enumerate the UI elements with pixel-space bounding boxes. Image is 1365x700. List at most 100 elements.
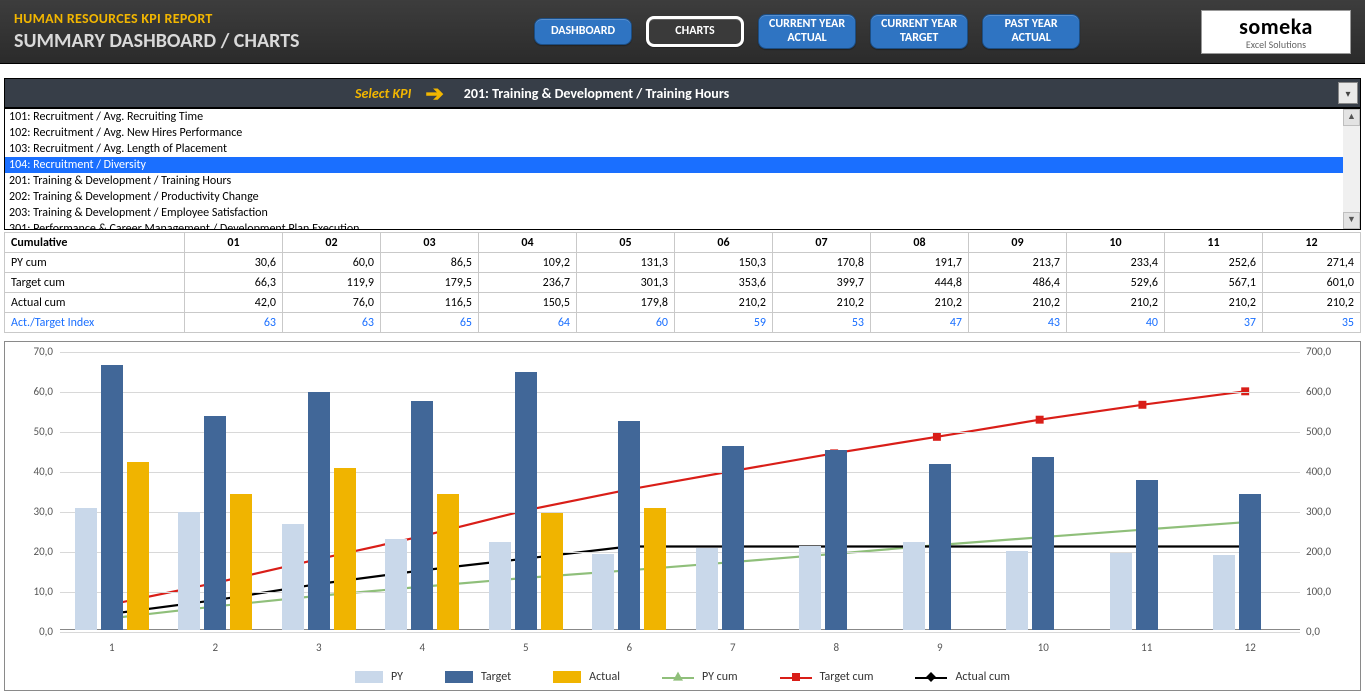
legend-target-label: Target [481, 670, 511, 684]
table-col-header: 01 [185, 233, 283, 253]
kpi-dropdown-button[interactable]: ▾ [1338, 82, 1358, 104]
chart-bar [489, 542, 511, 630]
chart-plot [60, 352, 1300, 630]
chart-bar [1006, 551, 1028, 630]
header-bar: HUMAN RESOURCES KPI REPORT SUMMARY DASHB… [0, 0, 1365, 64]
table-cell: 601,0 [1263, 273, 1361, 293]
table-cell: 233,4 [1067, 253, 1165, 273]
scroll-track[interactable] [1343, 126, 1360, 212]
nav-charts[interactable]: CHARTS [646, 16, 744, 48]
scroll-down-icon[interactable]: ▼ [1343, 212, 1360, 229]
table-cell: 486,4 [969, 273, 1067, 293]
kpi-option[interactable]: 202: Training & Development / Productivi… [5, 189, 1360, 205]
table-cell: 131,3 [577, 253, 675, 273]
y-right-tick: 600,0 [1306, 385, 1354, 398]
kpi-select-bar[interactable]: Select KPI ➔ 201: Training & Development… [4, 78, 1361, 108]
logo-sub: Excel Solutions [1246, 38, 1306, 51]
table-cell: 43 [969, 313, 1067, 333]
y-left-tick: 70,0 [11, 345, 53, 358]
nav-cy-target[interactable]: CURRENT YEARTARGET [870, 14, 968, 50]
nav-buttons: DASHBOARD CHARTS CURRENT YEARACTUAL CURR… [534, 14, 1080, 50]
chart-bar [825, 450, 847, 630]
nav-py-actual[interactable]: PAST YEARACTUAL [982, 14, 1080, 50]
chart-bar [385, 539, 407, 630]
x-tick: 10 [1038, 641, 1049, 654]
table-cell: 150,5 [479, 293, 577, 313]
table-cell: 109,2 [479, 253, 577, 273]
table-cell: 210,2 [1263, 293, 1361, 313]
dropdown-scrollbar[interactable]: ▲▼ [1343, 109, 1360, 229]
report-title: HUMAN RESOURCES KPI REPORT [14, 10, 534, 27]
chart-bar [929, 464, 951, 630]
table-cell: 60 [577, 313, 675, 333]
table-cell: 399,7 [773, 273, 871, 293]
y-left-tick: 0,0 [11, 625, 53, 638]
nav-cy-actual[interactable]: CURRENT YEARACTUAL [758, 14, 856, 50]
page-title: SUMMARY DASHBOARD / CHARTS [14, 29, 534, 53]
y-right-tick: 300,0 [1306, 505, 1354, 518]
chart-marker [1036, 416, 1044, 424]
legend-actual: Actual [553, 670, 620, 684]
kpi-option[interactable]: 101: Recruitment / Avg. Recruiting Time [5, 109, 1360, 125]
y-left-tick: 50,0 [11, 425, 53, 438]
table-cell: 119,9 [283, 273, 381, 293]
chart-bar [1239, 494, 1261, 630]
kpi-option[interactable]: 301: Performance & Career Management / D… [5, 221, 1360, 230]
chart-bar [722, 446, 744, 630]
logo: someka Excel Solutions [1201, 10, 1351, 54]
cumulative-table: Cumulative010203040506070809101112 PY cu… [4, 232, 1361, 333]
table-cell: 116,5 [381, 293, 479, 313]
table-cell: 179,5 [381, 273, 479, 293]
chart-bar [644, 508, 666, 630]
chart-bar [1136, 480, 1158, 630]
x-tick: 3 [316, 641, 322, 654]
y-right-tick: 100,0 [1306, 585, 1354, 598]
table-cell: 47 [871, 313, 969, 333]
table-cell: 64 [479, 313, 577, 333]
chart-bar [204, 416, 226, 630]
chart-bar [127, 462, 149, 630]
table-col-header: 09 [969, 233, 1067, 253]
chart-bar [282, 524, 304, 630]
kpi-dropdown-list[interactable]: 101: Recruitment / Avg. Recruiting Time1… [4, 108, 1361, 230]
table-cell: 271,4 [1263, 253, 1361, 273]
chart-bar [541, 513, 563, 630]
table-cell: 63 [185, 313, 283, 333]
x-tick: 9 [937, 641, 943, 654]
legend-actual-label: Actual [589, 670, 620, 684]
nav-cy-actual-label: CURRENT YEARACTUAL [769, 17, 845, 45]
table-col-header: 03 [381, 233, 479, 253]
table-cell: 210,2 [773, 293, 871, 313]
kpi-option[interactable]: 104: Recruitment / Diversity [5, 157, 1360, 173]
nav-py-actual-label: PAST YEARACTUAL [1005, 17, 1058, 45]
table-cell: 65 [381, 313, 479, 333]
kpi-option[interactable]: 203: Training & Development / Employee S… [5, 205, 1360, 221]
nav-dashboard[interactable]: DASHBOARD [534, 18, 632, 46]
kpi-option[interactable]: 201: Training & Development / Training H… [5, 173, 1360, 189]
gridline [60, 392, 1300, 393]
table-cell: 37 [1165, 313, 1263, 333]
table-col-header: 06 [675, 233, 773, 253]
x-tick: 12 [1245, 641, 1256, 654]
table-col-header: 08 [871, 233, 969, 253]
table-cell: 301,3 [577, 273, 675, 293]
gridline [60, 432, 1300, 433]
scroll-up-icon[interactable]: ▲ [1343, 109, 1360, 126]
table-cell: 76,0 [283, 293, 381, 313]
table-cell: 252,6 [1165, 253, 1263, 273]
table-cell: 444,8 [871, 273, 969, 293]
y-right-tick: 400,0 [1306, 465, 1354, 478]
table-cell: 210,2 [675, 293, 773, 313]
x-tick: 4 [419, 641, 425, 654]
kpi-option[interactable]: 102: Recruitment / Avg. New Hires Perfor… [5, 125, 1360, 141]
y-left-tick: 20,0 [11, 545, 53, 558]
table-col-header: 07 [773, 233, 871, 253]
table-cell: 53 [773, 313, 871, 333]
table-col-header: 02 [283, 233, 381, 253]
kpi-option[interactable]: 103: Recruitment / Avg. Length of Placem… [5, 141, 1360, 157]
nav-cy-target-label: CURRENT YEARTARGET [881, 17, 957, 45]
table-row-header: Actual cum [5, 293, 185, 313]
chart-bar [75, 508, 97, 630]
chart-bar [515, 372, 537, 630]
table-cell: 40 [1067, 313, 1165, 333]
